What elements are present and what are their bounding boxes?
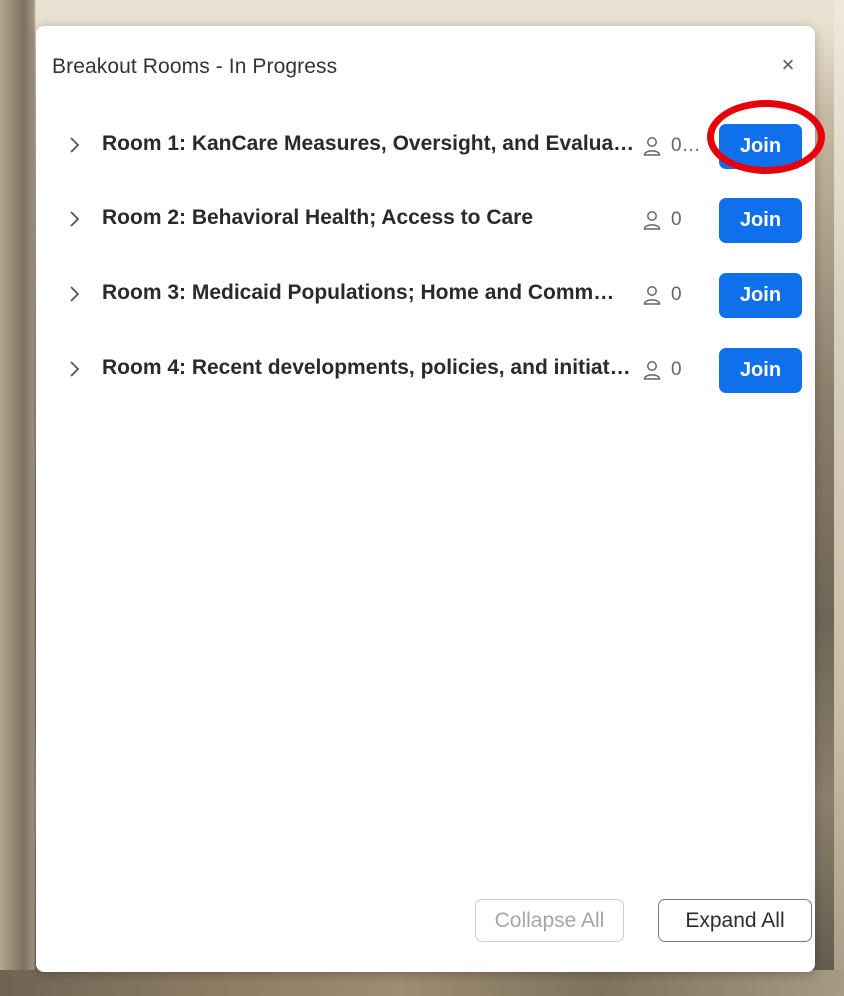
join-button[interactable]: Join: [719, 198, 802, 243]
video-background-edge: [834, 0, 844, 996]
participant-count: 0…: [639, 134, 701, 158]
room-row-2: Room 2: Behavioral Health; Access to Car…: [36, 198, 815, 244]
collapse-all-button[interactable]: Collapse All: [475, 899, 624, 942]
participant-count-value: 0…: [671, 135, 701, 156]
close-icon[interactable]: ×: [775, 52, 801, 78]
participant-count-value: 0: [671, 284, 682, 305]
room-name: Room 3: Medicaid Populations; Home and C…: [102, 281, 615, 304]
person-icon: [643, 285, 661, 305]
room-name: Room 2: Behavioral Health; Access to Car…: [102, 206, 534, 229]
expand-all-button[interactable]: Expand All: [658, 899, 812, 942]
participant-count: 0: [639, 283, 682, 307]
dialog-title: Breakout Rooms - In Progress: [52, 55, 338, 78]
join-button[interactable]: Join: [719, 124, 802, 169]
video-background-bottom: [0, 970, 844, 996]
chevron-right-icon[interactable]: [66, 207, 84, 231]
room-name: Room 4: Recent developments, policies, a…: [102, 356, 631, 379]
participant-count-value: 0: [671, 209, 682, 230]
room-row-1: Room 1: KanCare Measures, Oversight, and…: [36, 124, 815, 170]
chevron-right-icon[interactable]: [66, 133, 84, 157]
room-row-4: Room 4: Recent developments, policies, a…: [36, 348, 815, 394]
chevron-right-icon[interactable]: [66, 357, 84, 381]
breakout-rooms-dialog: Breakout Rooms - In Progress × Room 1: K…: [36, 26, 825, 972]
person-icon: [643, 360, 661, 380]
person-icon: [643, 136, 661, 156]
join-button[interactable]: Join: [719, 273, 802, 318]
participant-count: 0: [639, 358, 682, 382]
participant-count-value: 0: [671, 359, 682, 380]
person-icon: [643, 210, 661, 230]
room-row-3: Room 3: Medicaid Populations; Home and C…: [36, 273, 815, 319]
chevron-right-icon[interactable]: [66, 282, 84, 306]
participant-count: 0: [639, 208, 682, 232]
join-button[interactable]: Join: [719, 348, 802, 393]
room-name: Room 1: KanCare Measures, Oversight, and…: [102, 132, 635, 155]
